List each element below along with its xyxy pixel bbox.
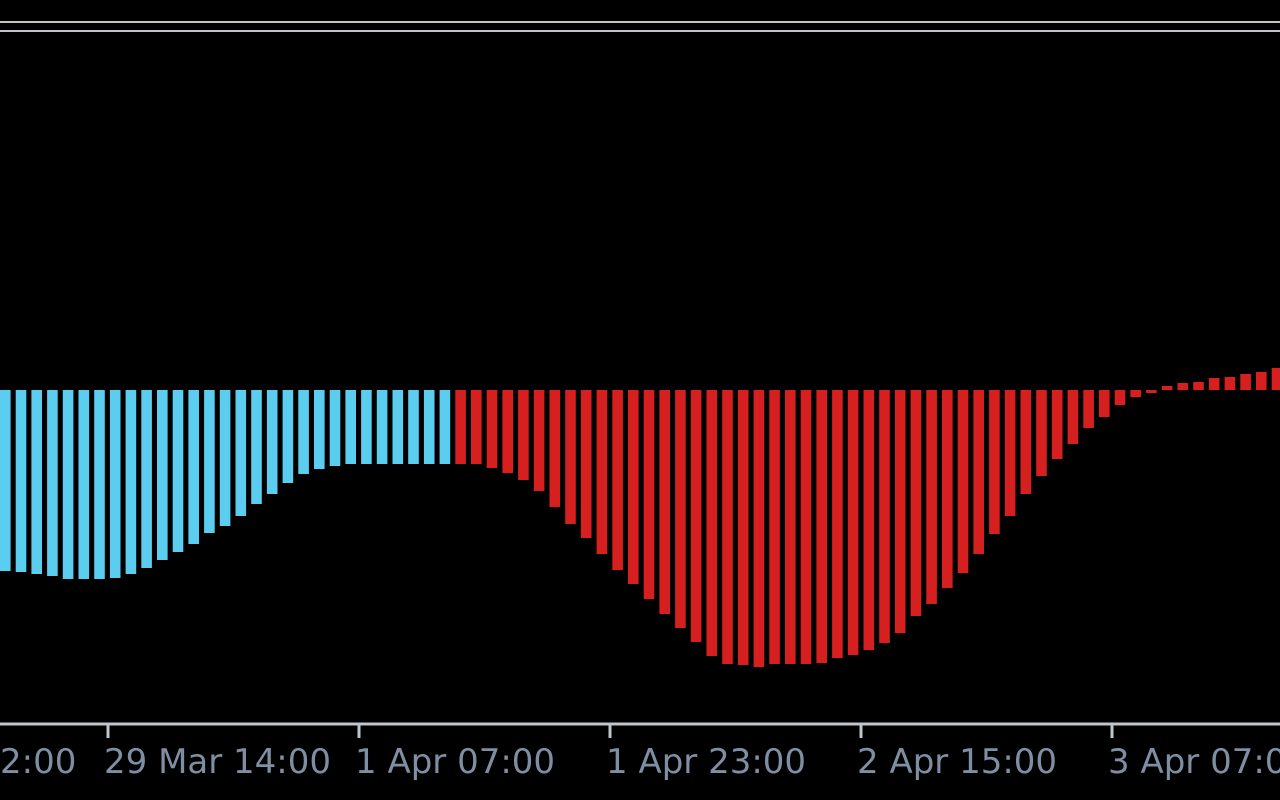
histogram-bar [141, 390, 152, 568]
histogram-bar [910, 390, 922, 616]
histogram-bar [408, 390, 419, 464]
histogram-bar [690, 390, 702, 642]
histogram-bar [1130, 390, 1141, 397]
histogram-bar [753, 390, 765, 667]
x-tick-label: 2:00 [0, 742, 76, 782]
histogram-bar [439, 390, 451, 464]
histogram-bar [188, 390, 199, 544]
histogram-bar [894, 390, 906, 633]
histogram-bar [266, 390, 278, 494]
histogram-bar [109, 390, 121, 578]
histogram-bar [251, 390, 262, 504]
histogram-bar [643, 390, 655, 599]
histogram-bar [172, 390, 184, 552]
histogram-bar [298, 390, 309, 474]
histogram-bar [471, 390, 482, 464]
histogram-bar [565, 390, 576, 524]
histogram-bar [486, 390, 498, 468]
histogram-bar [1271, 368, 1280, 390]
histogram-bar [785, 390, 796, 664]
histogram-bar [628, 390, 639, 584]
histogram-bar [800, 390, 812, 664]
histogram-bar [78, 390, 90, 579]
histogram-bar [659, 390, 670, 614]
histogram-bar [204, 390, 215, 533]
histogram-bar [392, 390, 404, 464]
histogram-bar [769, 390, 780, 664]
histogram-bar [1114, 390, 1126, 405]
histogram-bar [1036, 390, 1047, 476]
bars-group [0, 368, 1280, 667]
histogram-bar [675, 390, 686, 628]
histogram-bar [1240, 374, 1251, 390]
histogram-bar [942, 390, 953, 588]
histogram-bar [62, 390, 74, 579]
histogram-bar [314, 390, 325, 469]
histogram-bar [847, 390, 859, 655]
histogram-bar [957, 390, 969, 573]
histogram-bar [1083, 390, 1094, 428]
histogram-bar [518, 390, 529, 480]
histogram-bar [502, 390, 513, 473]
histogram-bar [329, 390, 341, 466]
histogram-bar [1193, 382, 1204, 390]
histogram-bar [219, 390, 231, 526]
histogram-chart: 2:00 29 Mar 14:00 1 Apr 07:00 1 Apr 23:00 2 … [0, 21, 1280, 782]
x-tick-label: 2 Apr 15:00 [857, 742, 1057, 782]
histogram-bar [863, 390, 875, 650]
histogram-bar [596, 390, 608, 554]
histogram-bar [706, 390, 718, 656]
histogram-bar [125, 390, 137, 574]
x-axis-ticks: 2:00 29 Mar 14:00 1 Apr 07:00 1 Apr 23:00 2 … [0, 724, 1280, 782]
histogram-bar [376, 390, 388, 464]
histogram-bar [973, 390, 984, 554]
histogram-bar [1177, 383, 1189, 390]
histogram-bar [816, 390, 827, 663]
histogram-bar [1224, 377, 1236, 390]
histogram-bar [282, 390, 294, 483]
histogram-bar [1208, 378, 1220, 390]
histogram-bar [0, 390, 11, 571]
histogram-bar [47, 390, 58, 576]
histogram-bar [15, 390, 27, 572]
x-tick-label: 3 Apr 07:00 [1108, 742, 1280, 782]
histogram-bar [455, 390, 466, 464]
histogram-bar [1256, 372, 1267, 390]
histogram-bar [989, 390, 1000, 534]
histogram-bar [549, 390, 561, 507]
histogram-bar [612, 390, 623, 570]
histogram-bar [722, 390, 733, 664]
histogram-bar [31, 390, 42, 574]
histogram-bar [580, 390, 592, 538]
histogram-bar [361, 390, 372, 464]
histogram-bar [1067, 390, 1079, 444]
histogram-bar [879, 390, 890, 643]
histogram-bar [94, 390, 105, 579]
histogram-bar [1146, 390, 1157, 393]
histogram-bar [1099, 390, 1110, 417]
histogram-bar [1051, 390, 1063, 459]
x-tick-label: 1 Apr 07:00 [355, 742, 555, 782]
histogram-bar [533, 390, 545, 491]
x-tick-label: 29 Mar 14:00 [104, 742, 331, 782]
histogram-bar [1004, 390, 1016, 516]
histogram-bar [157, 390, 168, 560]
histogram-bar [345, 390, 356, 464]
histogram-bar [423, 390, 435, 464]
histogram-bar [832, 390, 843, 658]
x-tick-label: 1 Apr 23:00 [606, 742, 806, 782]
histogram-bar [926, 390, 937, 604]
histogram-bar [235, 390, 247, 516]
histogram-bar [1161, 386, 1173, 390]
histogram-bar [737, 390, 749, 665]
histogram-bar [1020, 390, 1032, 494]
